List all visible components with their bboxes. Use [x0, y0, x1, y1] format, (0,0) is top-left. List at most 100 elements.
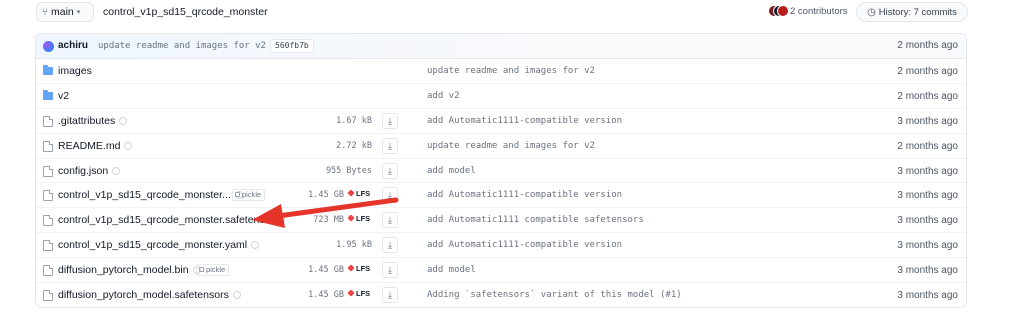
- clock-icon: ◷: [867, 6, 876, 18]
- repo-path[interactable]: control_v1p_sd15_qrcode_monster: [103, 6, 268, 18]
- info-icon[interactable]: [251, 241, 260, 250]
- file-size: 1.95 kB: [336, 240, 372, 251]
- lfs-label: LFS: [356, 264, 371, 274]
- file-icon: [43, 115, 53, 127]
- file-name-link[interactable]: .gitattributes: [58, 114, 128, 127]
- file-name: control_v1p_sd15_qrcode_monster...: [58, 189, 231, 202]
- file-list: images update readme and images for v2 2 m…: [36, 59, 966, 307]
- commit-message[interactable]: update readme and images for v2: [98, 41, 266, 51]
- download-icon[interactable]: ⤓: [382, 262, 398, 279]
- file-size: 1.67 kB: [336, 115, 372, 126]
- file-name: config.json: [58, 164, 109, 177]
- file-row[interactable]: README.md 2.72 kB ⤓ update readme and image…: [36, 134, 966, 159]
- download-icon[interactable]: ⤓: [382, 112, 398, 129]
- file-name-link[interactable]: control_v1p_sd15_qrcode_monster...: [58, 189, 243, 201]
- download-icon[interactable]: ⤓: [382, 237, 398, 254]
- file-name: control_v1p_sd15_qrcode_monster.safetens…: [58, 214, 274, 227]
- download-icon[interactable]: ⤓: [382, 162, 398, 179]
- pickle-badge[interactable]: pickle: [232, 189, 266, 202]
- info-icon[interactable]: [124, 141, 133, 150]
- info-icon[interactable]: [119, 116, 128, 125]
- commit-message-link[interactable]: Adding `safetensors` variant of this mod…: [427, 290, 682, 300]
- file-row[interactable]: control_v1p_sd15_qrcode_monster... pickle…: [36, 183, 966, 209]
- branch-selector[interactable]: ⑂ main ▾: [36, 2, 94, 22]
- file-name-link[interactable]: diffusion_pytorch_model.safetensors: [58, 289, 241, 301]
- file-size: 1.45 GB: [308, 265, 344, 276]
- lfs-badge: LFS: [347, 189, 370, 198]
- file-size: 1.45 GB: [308, 290, 344, 301]
- contributor-avatars: [768, 5, 789, 17]
- folder-icon: [43, 89, 53, 100]
- history-button[interactable]: ◷ History: 7 commits: [856, 2, 968, 22]
- chevron-down-icon: ▾: [76, 9, 81, 16]
- file-name-link[interactable]: control_v1p_sd15_qrcode_monster.safetens…: [58, 214, 286, 227]
- commit-message-link[interactable]: add Automatic1111 compatible safetensors: [427, 215, 644, 225]
- commit-time: 3 months ago: [897, 215, 958, 227]
- commit-message-link[interactable]: add Automatic1111-compatible version: [427, 116, 622, 126]
- download-icon[interactable]: ⤓: [382, 187, 398, 204]
- lock-icon: [199, 267, 204, 273]
- file-name: .gitattributes: [58, 114, 116, 127]
- commit-author[interactable]: achiru: [58, 40, 88, 51]
- file-row[interactable]: control_v1p_sd15_qrcode_monster.yaml 1.95…: [36, 233, 966, 259]
- commit-message-link[interactable]: update readme and images for v2: [427, 66, 595, 76]
- pickle-badge[interactable]: pickle: [196, 264, 230, 277]
- download-icon[interactable]: ⤓: [382, 137, 398, 154]
- info-icon[interactable]: [277, 216, 286, 225]
- commit-message-link[interactable]: add v2: [427, 91, 460, 101]
- commit-sha[interactable]: 560fb7b: [270, 39, 314, 53]
- last-commit-bar: achiru update readme and images for v2 5…: [36, 34, 966, 59]
- file-icon: [43, 240, 53, 252]
- contributors-label: 2 contributors: [790, 5, 848, 17]
- file-table: achiru update readme and images for v2 5…: [35, 33, 967, 308]
- info-icon[interactable]: [232, 291, 241, 300]
- file-icon: [43, 265, 53, 277]
- file-row[interactable]: config.json 955 Bytes ⤓ add model 3 months a…: [36, 159, 966, 184]
- history-label: History: 7 commits: [878, 6, 957, 18]
- file-row[interactable]: control_v1p_sd15_qrcode_monster.safetens…: [36, 208, 966, 234]
- file-icon: [43, 140, 53, 152]
- avatar: [777, 5, 789, 17]
- file-name-link[interactable]: README.md: [58, 140, 133, 152]
- lfs-icon: [347, 289, 355, 297]
- commit-message-link[interactable]: add model: [427, 166, 476, 176]
- info-icon[interactable]: [112, 166, 121, 175]
- author-avatar[interactable]: [43, 41, 54, 52]
- lock-icon: [235, 192, 240, 198]
- folder-icon: [43, 65, 53, 75]
- file-row[interactable]: diffusion_pytorch_model.safetensors 1.45 …: [36, 283, 966, 307]
- commit-message-link[interactable]: add model: [427, 265, 476, 275]
- file-row[interactable]: .gitattributes 1.67 kB ⤓ add Automatic1111-…: [36, 109, 966, 134]
- file-name: diffusion_pytorch_model.safetensors: [58, 289, 229, 302]
- repo-header: ⑂ main ▾ control_v1p_sd15_qrcode_monster…: [36, 0, 968, 26]
- commit-time: 3 months ago: [897, 240, 958, 252]
- file-name: images: [58, 65, 92, 77]
- lfs-badge: LFS: [347, 214, 370, 223]
- folder-name-link[interactable]: images: [58, 65, 92, 77]
- file-name-link[interactable]: config.json: [58, 164, 121, 177]
- file-row[interactable]: v2 add v2 2 months ago: [36, 84, 966, 109]
- commit-message-link[interactable]: update readme and images for v2: [427, 141, 595, 151]
- file-name: v2: [58, 89, 70, 102]
- file-icon: [43, 290, 53, 302]
- file-name-link[interactable]: diffusion_pytorch_model.bin: [58, 264, 201, 276]
- commit-time: 2 months ago: [897, 40, 958, 51]
- file-row[interactable]: images update readme and images for v2 2 m…: [36, 59, 966, 84]
- commit-time: 2 months ago: [897, 90, 958, 102]
- file-row[interactable]: diffusion_pytorch_model.bin pickle 1.45 GB…: [36, 258, 966, 284]
- commit-message-link[interactable]: add Automatic1111-compatible version: [427, 240, 622, 250]
- contributors-link[interactable]: 2 contributors: [768, 5, 848, 17]
- file-size: 723 MB: [313, 215, 344, 226]
- folder-name-link[interactable]: v2: [58, 90, 69, 102]
- file-name-link[interactable]: control_v1p_sd15_qrcode_monster.yaml: [58, 239, 260, 251]
- file-size: 1.45 GB: [308, 190, 344, 201]
- commit-message-link[interactable]: add Automatic1111-compatible version: [427, 190, 622, 200]
- commit-time: 3 months ago: [897, 115, 958, 127]
- file-size: 2.72 kB: [336, 140, 372, 151]
- download-icon[interactable]: ⤓: [382, 212, 398, 229]
- commit-time: 3 months ago: [897, 165, 958, 177]
- file-icon: [43, 190, 53, 202]
- commit-time: 3 months ago: [897, 290, 958, 302]
- lfs-label: LFS: [356, 289, 371, 299]
- download-icon[interactable]: ⤓: [382, 287, 398, 304]
